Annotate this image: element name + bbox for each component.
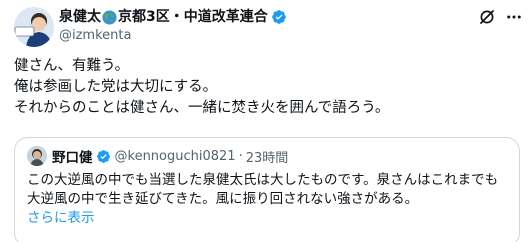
quoted-line: この大逆風の中でも当選した泉健太氏は大したものです。泉さんはこれまでも bbox=[27, 172, 499, 188]
quoted-author-handle: @kennoguchi0821 bbox=[114, 148, 236, 164]
tweet: 泉健太 京都3区・中道改革連合 @izmkenta 健さん、有難う。 俺は参画し… bbox=[0, 0, 532, 242]
verified-badge-icon bbox=[271, 10, 286, 24]
tweet-line: それからのことは健さん、一緒に焚き火を囲んで語ろう。 bbox=[14, 100, 390, 116]
author-name-part1: 泉健太 bbox=[59, 9, 101, 25]
author-avatar-image bbox=[14, 7, 54, 47]
quoted-author-avatar bbox=[27, 146, 47, 166]
grok-icon bbox=[480, 10, 494, 24]
quoted-tweet[interactable]: 野口健 @kennoguchi0821 · 23時間 この大逆風の中でも当選した… bbox=[14, 137, 520, 242]
author-name-part2: 京都3区・中道改革連合 bbox=[118, 9, 268, 25]
tweet-line: 俺は参画した党は大切にする。 bbox=[14, 79, 218, 95]
verified-badge-icon bbox=[96, 149, 110, 163]
globe-emoji-icon bbox=[102, 9, 117, 25]
tweet-line: 健さん、有難う。 bbox=[14, 58, 130, 74]
quoted-tweet-text: この大逆風の中でも当選した泉健太氏は大したものです。泉さんはこれまでも 大逆風の… bbox=[27, 171, 507, 228]
meta-separator: · bbox=[238, 148, 243, 164]
more-icon bbox=[507, 15, 521, 19]
more-button[interactable] bbox=[503, 6, 525, 28]
author-handle[interactable]: @izmkenta bbox=[59, 28, 131, 44]
quoted-tweet-header: 野口健 @kennoguchi0821 · 23時間 bbox=[27, 146, 507, 166]
tweet-text: 健さん、有難う。 俺は参画した党は大切にする。 それからのことは健さん、一緒に焚… bbox=[14, 56, 519, 119]
quoted-author-name: 野口健 bbox=[52, 150, 93, 166]
author-name-row[interactable]: 泉健太 京都3区・中道改革連合 bbox=[59, 8, 287, 26]
quoted-timestamp[interactable]: 23時間 bbox=[246, 147, 289, 166]
quoted-avatar-image bbox=[27, 146, 47, 166]
grok-button[interactable] bbox=[476, 6, 498, 28]
quoted-line: 大逆風の中で生き延びてきた。風に振り回されない強さがある。 bbox=[27, 191, 419, 207]
author-avatar[interactable] bbox=[14, 7, 54, 47]
show-more-link[interactable]: さらに表示 bbox=[27, 209, 95, 228]
